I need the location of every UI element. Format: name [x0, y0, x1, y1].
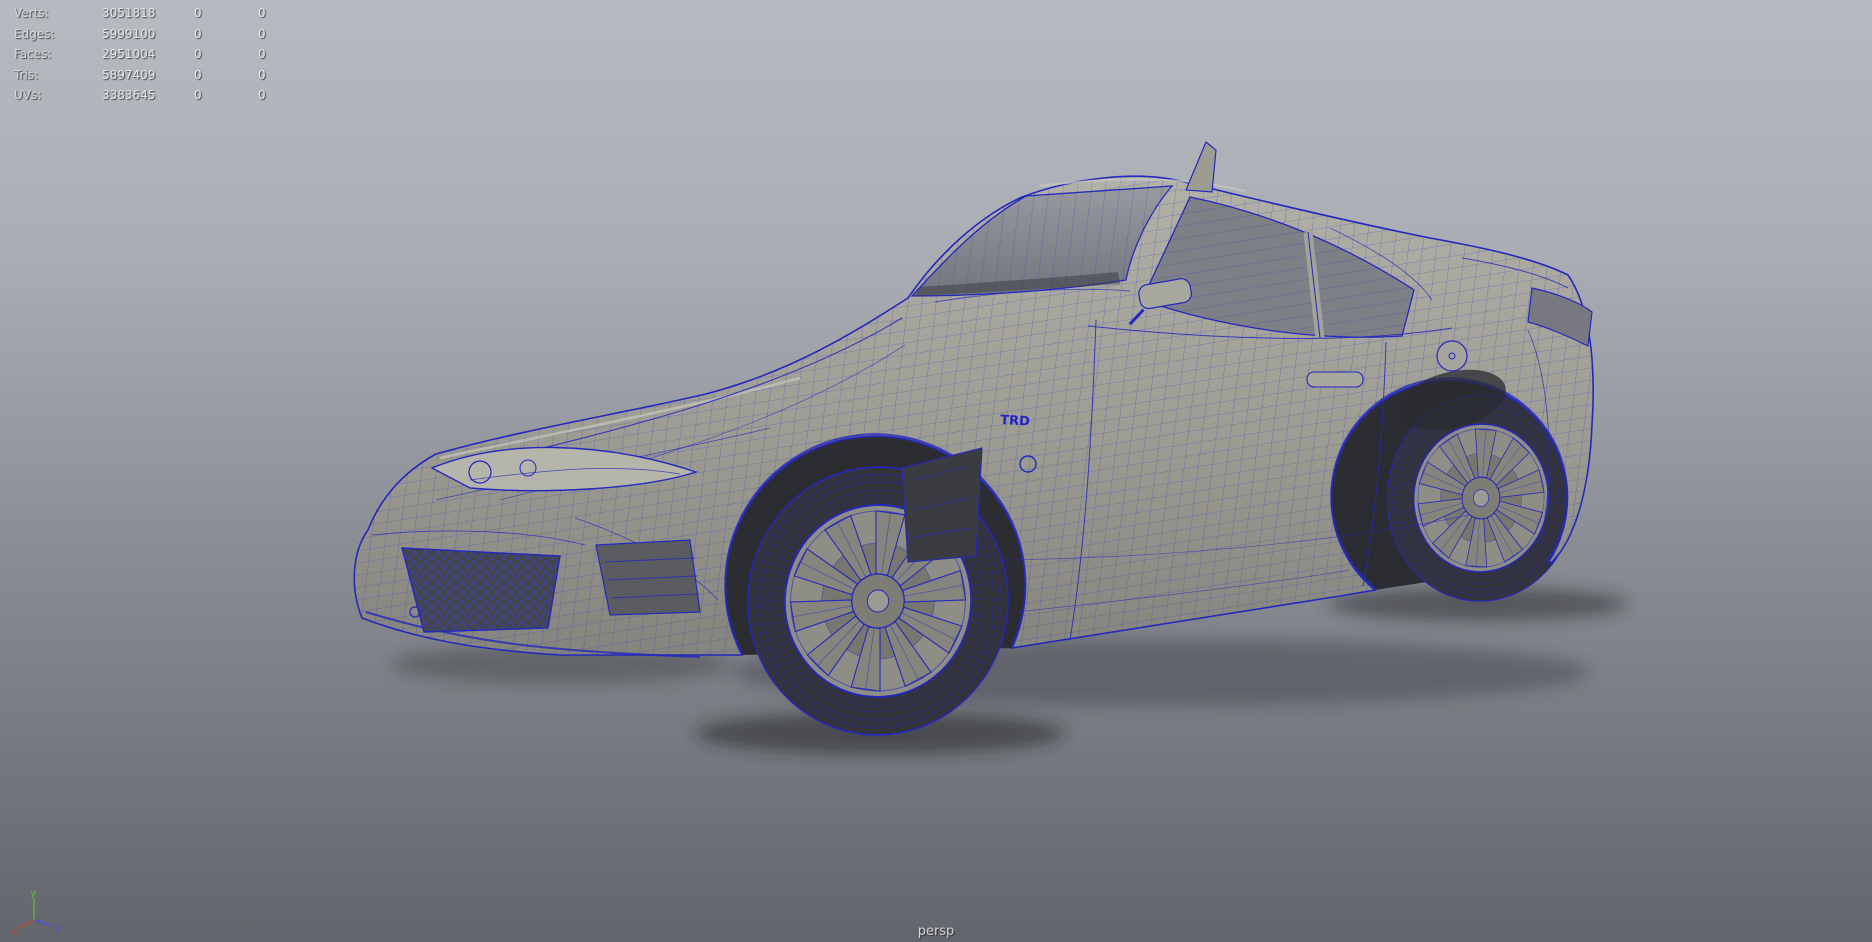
- hud-value-extra: 0: [258, 88, 266, 103]
- viewport-canvas[interactable]: TRD Verts: 3051818 0 0 Edges: 5999100 0 …: [0, 0, 1872, 942]
- door-handle: [1306, 371, 1364, 388]
- axis-gizmo: y x z: [11, 886, 61, 936]
- hud-value-total: 3383645: [102, 88, 156, 103]
- front-grille: [401, 547, 561, 633]
- hud-row-verts: Verts: 3051818 0 0: [14, 3, 318, 24]
- hud-value-total: 3051818: [102, 6, 156, 21]
- fender-vent: [901, 447, 983, 563]
- hud-label: Edges:: [14, 26, 55, 41]
- hud-value-total: 2951004: [102, 47, 156, 62]
- camera-label: persp: [917, 924, 955, 939]
- hud-value-sel: 0: [194, 67, 202, 82]
- z-axis-line: [33, 919, 53, 927]
- x-axis-line: [17, 919, 35, 929]
- hud-value-extra: 0: [258, 47, 266, 62]
- hud-value-extra: 0: [258, 26, 266, 41]
- hud-row-tris: Tris: 5897409 0 0: [14, 65, 318, 86]
- hud-row-uvs: UVs: 3383645 0 0: [14, 85, 318, 106]
- front-intake: [595, 539, 701, 616]
- roof-antenna: [1185, 141, 1217, 193]
- scene-svg: TRD: [353, 141, 1628, 942]
- hud-value-total: 5897409: [102, 67, 156, 82]
- hud-value-total: 5999100: [102, 26, 156, 41]
- z-axis-label: z: [55, 922, 61, 935]
- hud-label: Faces:: [14, 47, 52, 62]
- hud-value-sel: 0: [194, 26, 202, 41]
- x-axis-label: x: [11, 925, 18, 936]
- polycount-hud: Verts: 3051818 0 0 Edges: 5999100 0 0 Fa…: [14, 3, 318, 106]
- trd-badge: TRD: [1000, 413, 1031, 430]
- hud-label: Tris:: [14, 67, 39, 82]
- hud-row-faces: Faces: 2951004 0 0: [14, 44, 318, 65]
- hud-label: Verts:: [14, 6, 49, 21]
- hud-row-edges: Edges: 5999100 0 0: [14, 24, 318, 45]
- y-axis-label: y: [30, 886, 37, 899]
- hud-label: UVs:: [14, 88, 42, 103]
- hud-value-sel: 0: [194, 88, 202, 103]
- hud-value-sel: 0: [194, 47, 202, 62]
- hud-value-extra: 0: [258, 6, 266, 21]
- hud-value-extra: 0: [258, 67, 266, 82]
- hud-value-sel: 0: [194, 6, 202, 21]
- fuel-cap: [1436, 340, 1468, 372]
